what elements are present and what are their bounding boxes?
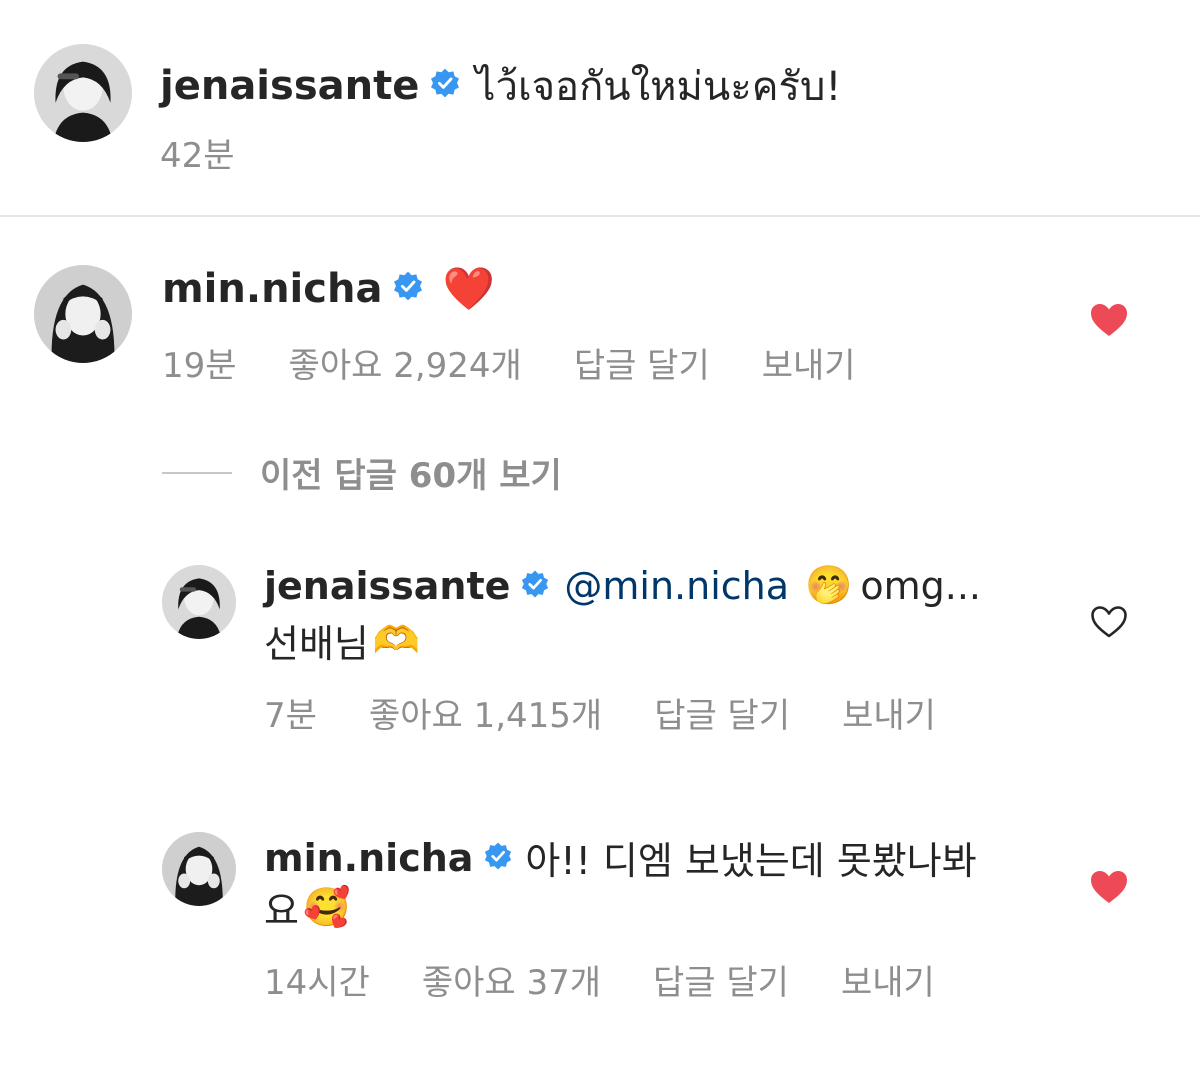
caption-username[interactable]: jenaissante <box>160 63 419 109</box>
comment1-meta: 19분 좋아요 2,924개 답글 달기 보내기 <box>162 338 856 387</box>
reply1-text-b: 선배님 <box>264 622 369 666</box>
comment1-time: 19분 <box>162 346 237 386</box>
comment1-reply-button[interactable]: 답글 달기 <box>574 338 710 387</box>
reply2-time: 14시간 <box>264 963 370 1003</box>
caption-text: ไว้เจอกันใหม่นะครับ! <box>475 64 842 110</box>
comment1-emoji: ❤️ <box>442 264 495 313</box>
avatar-jenaissante[interactable] <box>162 565 236 639</box>
caption-header: jenaissante ไว้เจอกันใหม่นะครับ! <box>160 54 841 118</box>
verified-badge-icon <box>520 564 550 608</box>
reply1-mention-link[interactable]: @min.nicha <box>564 564 789 608</box>
view-previous-replies[interactable]: 이전 답글 60개 보기 <box>162 448 562 497</box>
view-replies-label: 이전 답글 60개 보기 <box>260 456 562 496</box>
reply2-reply-button[interactable]: 답글 달기 <box>653 955 789 1004</box>
reply2-send-button[interactable]: 보내기 <box>841 955 935 1004</box>
heart-filled-icon[interactable] <box>1089 869 1129 905</box>
comment1-username[interactable]: min.nicha <box>162 266 382 312</box>
reply2-header: min.nicha 아!! 디엠 보냈는데 못봤나봐 <box>264 830 977 885</box>
reply2-meta: 14시간 좋아요 37개 답글 달기 보내기 <box>264 955 935 1004</box>
reply1-emoji-b: 🫶 <box>372 618 421 662</box>
caption-time: 42분 <box>160 136 235 176</box>
reply2-text-a: 아!! 디엠 보냈는데 못봤나봐 <box>525 839 977 883</box>
reply1-reply-button[interactable]: 답글 달기 <box>654 688 790 737</box>
verified-badge-icon <box>429 63 461 109</box>
verified-badge-icon <box>483 836 513 880</box>
reply1-emoji: 🤭 <box>805 563 853 607</box>
comment1-send-button[interactable]: 보내기 <box>762 338 856 387</box>
reply2-likes[interactable]: 좋아요 37개 <box>422 955 601 1004</box>
comment1-likes[interactable]: 좋아요 2,924개 <box>289 338 522 387</box>
avatar-min-nicha[interactable] <box>34 265 132 363</box>
reply1-second-line: 선배님 🫶 <box>264 613 420 668</box>
reply1-time: 7분 <box>264 696 317 736</box>
reply1-text-a: omg... <box>860 563 981 608</box>
reply2-username[interactable]: min.nicha <box>264 836 473 880</box>
heart-filled-icon[interactable] <box>1089 302 1129 338</box>
avatar-min-nicha[interactable] <box>162 832 236 906</box>
reply2-emoji-b: 🥰 <box>302 885 351 929</box>
verified-badge-icon <box>392 266 424 312</box>
reply1-likes[interactable]: 좋아요 1,415개 <box>369 688 602 737</box>
reply1-header: jenaissante @min.nicha 🤭 omg... <box>264 563 981 608</box>
heart-outline-icon[interactable] <box>1089 604 1129 640</box>
reply1-username[interactable]: jenaissante <box>264 564 510 608</box>
divider <box>0 215 1200 217</box>
reply2-second-line: 요 🥰 <box>264 880 350 935</box>
reply1-send-button[interactable]: 보내기 <box>842 688 936 737</box>
caption-meta: 42분 <box>160 128 235 177</box>
replies-rule <box>162 471 232 474</box>
reply1-meta: 7분 좋아요 1,415개 답글 달기 보내기 <box>264 688 936 737</box>
comment1-header: min.nicha ❤️ <box>162 264 495 314</box>
avatar-jenaissante[interactable] <box>34 44 132 142</box>
reply2-text-b: 요 <box>264 889 299 933</box>
